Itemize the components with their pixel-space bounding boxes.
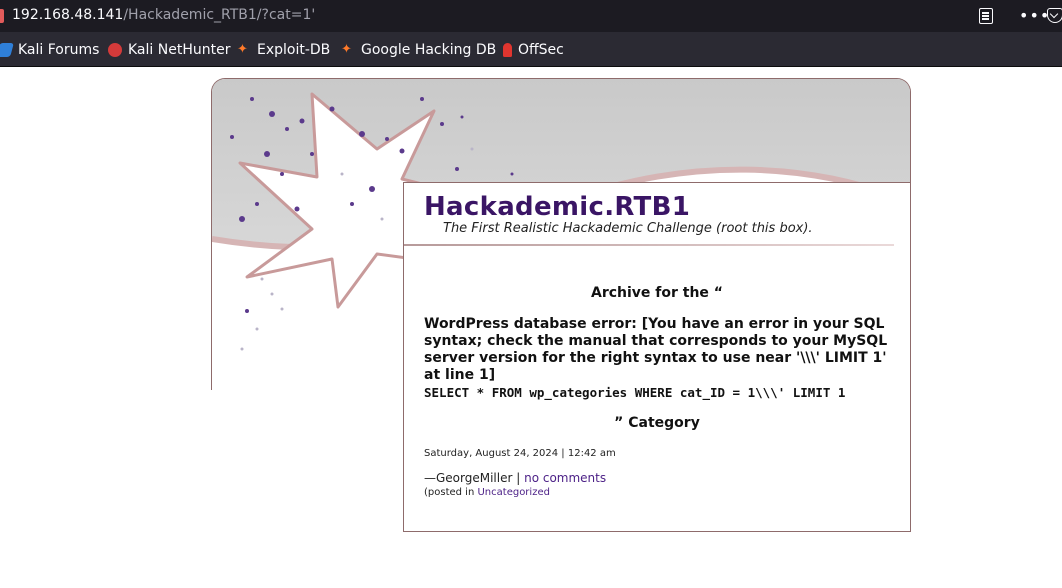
site-tagline: The First Realistic Hackademic Challenge…: [443, 221, 813, 236]
ghdb-icon: ✦: [341, 42, 352, 57]
content-box: Hackademic.RTB1 The First Realistic Hack…: [403, 182, 911, 532]
bookmark-google-hacking-db[interactable]: ✦ Google Hacking DB: [341, 42, 496, 58]
sql-query: SELECT * FROM wp_categories WHERE cat_ID…: [424, 385, 846, 400]
bookmark-offsec[interactable]: OffSec: [503, 42, 564, 58]
insecure-lock-icon[interactable]: [0, 9, 4, 23]
bookmark-exploit-db[interactable]: ✦ Exploit-DB: [237, 42, 330, 58]
more-icon[interactable]: •••: [1019, 6, 1050, 25]
archive-heading: Archive for the “: [590, 285, 723, 301]
url-path: /Hackademic_RTB1/?cat=1': [123, 7, 316, 23]
reader-view-icon[interactable]: [979, 8, 993, 24]
exploit-db-icon: ✦: [237, 42, 248, 57]
header-divider: [404, 244, 894, 246]
nethunter-icon: [108, 43, 122, 57]
url-text[interactable]: 192.168.48.141/Hackademic_RTB1/?cat=1': [12, 7, 315, 23]
comments-link[interactable]: no comments: [524, 471, 606, 485]
category-heading: ” Category: [614, 415, 700, 431]
post-category-line: (posted in Uncategorized: [424, 487, 550, 498]
category-link[interactable]: Uncategorized: [477, 487, 549, 498]
bookmark-label: Exploit-DB: [257, 42, 331, 58]
bookmark-label: OffSec: [518, 42, 564, 58]
post-author: —GeorgeMiller |: [424, 471, 525, 485]
bookmark-kali-nethunter[interactable]: Kali NetHunter: [108, 42, 230, 58]
bookmark-label: Google Hacking DB: [361, 42, 497, 58]
post-byline: —GeorgeMiller | no comments: [424, 471, 606, 485]
database-error-message: WordPress database error: [You have an e…: [424, 316, 888, 383]
post-date: Saturday, August 24, 2024 | 12:42 am: [424, 448, 616, 459]
offsec-icon: [503, 43, 512, 57]
posted-in-label: (posted in: [424, 487, 478, 498]
pocket-icon[interactable]: [1047, 8, 1062, 23]
url-host: 192.168.48.141: [12, 7, 124, 23]
kali-icon: [0, 43, 14, 57]
bookmark-kali-forums[interactable]: Kali Forums: [0, 42, 99, 58]
bookmark-label: Kali Forums: [18, 42, 100, 58]
site-title[interactable]: Hackademic.RTB1: [424, 192, 690, 222]
url-bar[interactable]: 192.168.48.141/Hackademic_RTB1/?cat=1' •…: [0, 0, 1062, 32]
bookmarks-toolbar: Kali Forums Kali NetHunter ✦ Exploit-DB …: [0, 32, 1062, 67]
bookmark-label: Kali NetHunter: [128, 42, 231, 58]
